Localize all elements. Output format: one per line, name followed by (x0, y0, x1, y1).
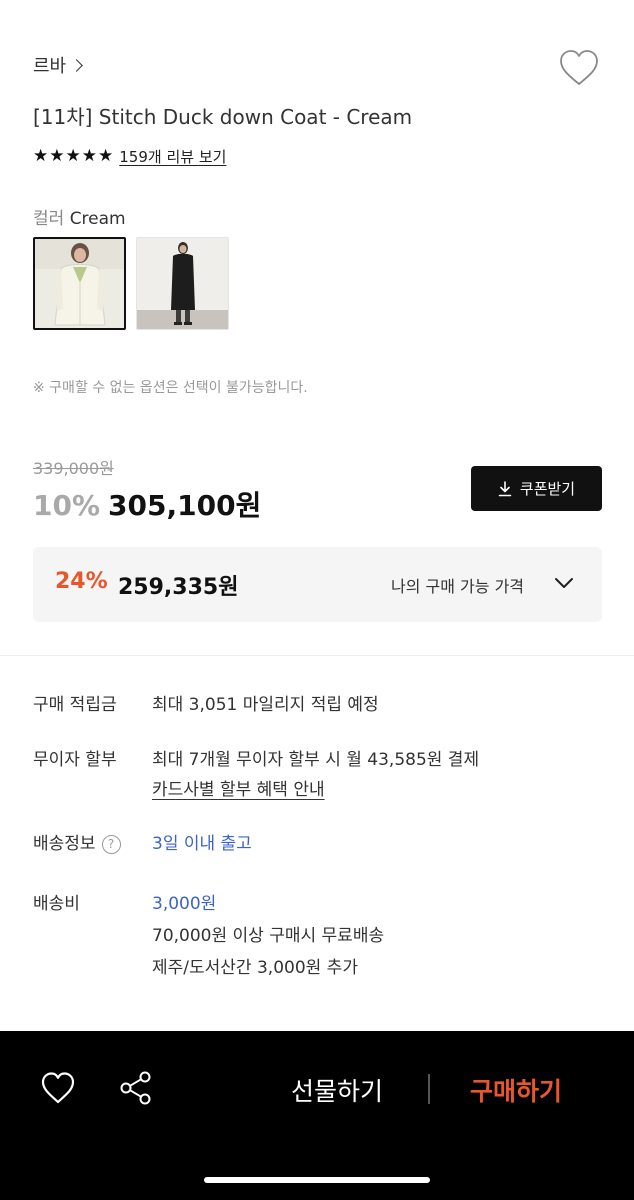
coupon-button[interactable]: 쿠폰받기 (471, 466, 602, 511)
brand-name: 르바 (33, 56, 67, 77)
wishlist-heart-icon[interactable] (558, 48, 600, 88)
color-swatch-black[interactable] (136, 237, 229, 330)
rating-row: ★ ★ ★ ★ ★ 159개 리뷰 보기 (33, 146, 226, 167)
discount-percent: 10% (33, 489, 101, 522)
my-price-panel[interactable]: 24% 259,335원 나의 구매 가능 가격 (33, 547, 602, 622)
product-title: [11차] Stitch Duck down Coat - Cream (33, 105, 413, 129)
original-price: 339,000원 (33, 459, 114, 478)
share-icon[interactable] (117, 1069, 155, 1107)
home-indicator (204, 1177, 430, 1183)
black-coat-image (137, 238, 228, 329)
brand-link[interactable]: 르바 (33, 52, 83, 78)
star-icon: ★ (49, 146, 65, 166)
chevron-down-icon (555, 578, 573, 588)
shipping-info-label: 배송정보 (33, 834, 96, 854)
color-key: 컬러 (33, 209, 65, 229)
sale-price: 305,100원 (108, 489, 262, 522)
remote-area-note: 제주/도서산간 3,000원 추가 (152, 958, 358, 978)
installment-key: 무이자 할부 (33, 750, 117, 770)
coupon-label: 쿠폰받기 (519, 480, 576, 498)
color-swatch-cream[interactable] (33, 237, 126, 330)
rating-stars: ★ ★ ★ ★ ★ (33, 148, 113, 165)
free-shipping-note: 70,000원 이상 구매시 무료배송 (152, 926, 385, 946)
my-discount-percent: 24% (55, 569, 108, 594)
shipping-fee-key: 배송비 (33, 894, 80, 914)
shipping-info-value: 3일 이내 출고 (152, 834, 252, 854)
help-icon[interactable]: ? (101, 834, 121, 854)
cream-coat-image (35, 239, 124, 328)
shipping-info-key: 배송정보? (33, 829, 121, 854)
heart-icon[interactable] (40, 1071, 76, 1105)
section-divider (0, 655, 634, 656)
star-icon: ★ (81, 146, 97, 166)
installment-benefits-link[interactable]: 카드사별 할부 혜택 안내 (152, 775, 325, 800)
star-icon: ★ (65, 146, 81, 166)
shipping-fee-value: 3,000원 (152, 894, 217, 914)
my-price-label: 나의 구매 가능 가격 (391, 577, 525, 596)
star-icon: ★ (98, 146, 114, 166)
installment-value: 최대 7개월 무이자 할부 시 월 43,585원 결제 (152, 750, 480, 770)
star-icon: ★ (33, 146, 49, 166)
color-value: Cream (69, 209, 126, 229)
option-notice: ※ 구매할 수 없는 옵션은 선택이 불가능합니다. (33, 380, 308, 396)
points-key: 구매 적립금 (33, 695, 117, 715)
bottom-action-bar (0, 1031, 634, 1200)
button-separator (428, 1074, 430, 1104)
reviews-link[interactable]: 159개 리뷰 보기 (119, 146, 226, 167)
chevron-right-icon (70, 58, 83, 72)
download-icon (498, 480, 512, 496)
my-price: 259,335원 (118, 575, 239, 600)
buy-button[interactable]: 구매하기 (470, 1072, 562, 1108)
points-value: 최대 3,051 마일리지 적립 예정 (152, 695, 379, 715)
gift-button[interactable]: 선물하기 (291, 1072, 383, 1108)
sale-price-row: 10% 305,100원 (33, 484, 261, 524)
color-label: 컬러 Cream (33, 204, 126, 229)
